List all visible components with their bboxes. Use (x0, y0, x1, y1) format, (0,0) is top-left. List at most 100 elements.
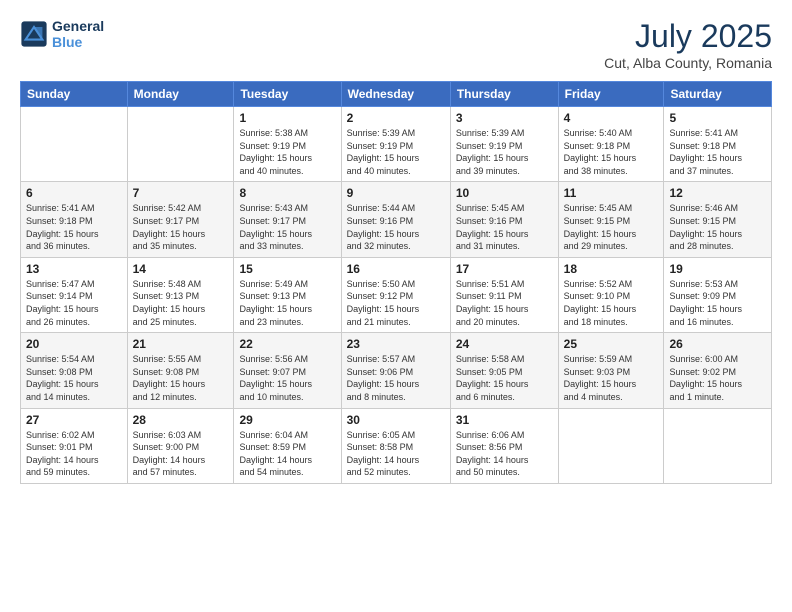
day-info: Sunrise: 5:50 AM Sunset: 9:12 PM Dayligh… (347, 278, 445, 328)
calendar-cell: 17 Sunrise: 5:51 AM Sunset: 9:11 PM Dayli… (450, 257, 558, 332)
day-info: Sunrise: 6:06 AM Sunset: 8:56 PM Dayligh… (456, 429, 553, 479)
day-info: Sunrise: 5:51 AM Sunset: 9:11 PM Dayligh… (456, 278, 553, 328)
weekday-header-wednesday: Wednesday (341, 82, 450, 107)
calendar-cell: 27 Sunrise: 6:02 AM Sunset: 9:01 PM Dayli… (21, 408, 128, 483)
calendar-cell (558, 408, 664, 483)
day-number: 15 (239, 262, 335, 276)
day-info: Sunrise: 5:41 AM Sunset: 9:18 PM Dayligh… (26, 202, 122, 252)
day-number: 4 (564, 111, 659, 125)
day-number: 27 (26, 413, 122, 427)
day-number: 20 (26, 337, 122, 351)
day-info: Sunrise: 5:49 AM Sunset: 9:13 PM Dayligh… (239, 278, 335, 328)
calendar-cell: 11 Sunrise: 5:45 AM Sunset: 9:15 PM Dayli… (558, 182, 664, 257)
day-info: Sunrise: 5:53 AM Sunset: 9:09 PM Dayligh… (669, 278, 766, 328)
calendar-cell: 12Sunrise: 5:46 AM Sunset: 9:15 PM Dayli… (664, 182, 772, 257)
day-info: Sunrise: 5:44 AM Sunset: 9:16 PM Dayligh… (347, 202, 445, 252)
calendar-cell: 4 Sunrise: 5:40 AM Sunset: 9:18 PM Daylig… (558, 107, 664, 182)
day-number: 30 (347, 413, 445, 427)
day-number: 21 (133, 337, 229, 351)
calendar-cell: 28 Sunrise: 6:03 AM Sunset: 9:00 PM Dayli… (127, 408, 234, 483)
weekday-header-row: SundayMondayTuesdayWednesdayThursdayFrid… (21, 82, 772, 107)
day-info: Sunrise: 5:48 AM Sunset: 9:13 PM Dayligh… (133, 278, 229, 328)
day-number: 10 (456, 186, 553, 200)
day-number: 28 (133, 413, 229, 427)
day-number: 5 (669, 111, 766, 125)
calendar-cell: 10 Sunrise: 5:45 AM Sunset: 9:16 PM Dayli… (450, 182, 558, 257)
day-info: Sunrise: 6:00 AM Sunset: 9:02 PM Dayligh… (669, 353, 766, 403)
day-number: 23 (347, 337, 445, 351)
day-number: 8 (239, 186, 335, 200)
day-info: Sunrise: 5:38 AM Sunset: 9:19 PM Dayligh… (239, 127, 335, 177)
day-number: 26 (669, 337, 766, 351)
calendar-cell: 1 Sunrise: 5:38 AM Sunset: 9:19 PM Daylig… (234, 107, 341, 182)
title-block: July 2025 Cut, Alba County, Romania (604, 18, 772, 71)
calendar-cell: 13Sunrise: 5:47 AM Sunset: 9:14 PM Dayli… (21, 257, 128, 332)
calendar-cell: 22Sunrise: 5:56 AM Sunset: 9:07 PM Dayli… (234, 333, 341, 408)
day-info: Sunrise: 5:46 AM Sunset: 9:15 PM Dayligh… (669, 202, 766, 252)
calendar-title: July 2025 (604, 18, 772, 55)
weekday-header-sunday: Sunday (21, 82, 128, 107)
calendar-cell: 20 Sunrise: 5:54 AM Sunset: 9:08 PM Dayli… (21, 333, 128, 408)
calendar-cell: 21 Sunrise: 5:55 AM Sunset: 9:08 PM Dayli… (127, 333, 234, 408)
logo-icon (20, 20, 48, 48)
day-info: Sunrise: 6:03 AM Sunset: 9:00 PM Dayligh… (133, 429, 229, 479)
calendar-cell: 6Sunrise: 5:41 AM Sunset: 9:18 PM Daylig… (21, 182, 128, 257)
day-number: 11 (564, 186, 659, 200)
calendar-cell: 25Sunrise: 5:59 AM Sunset: 9:03 PM Dayli… (558, 333, 664, 408)
calendar-cell: 16 Sunrise: 5:50 AM Sunset: 9:12 PM Dayli… (341, 257, 450, 332)
day-number: 24 (456, 337, 553, 351)
weekday-header-friday: Friday (558, 82, 664, 107)
calendar-cell: 5 Sunrise: 5:41 AM Sunset: 9:18 PM Daylig… (664, 107, 772, 182)
day-info: Sunrise: 6:02 AM Sunset: 9:01 PM Dayligh… (26, 429, 122, 479)
week-row-2: 6Sunrise: 5:41 AM Sunset: 9:18 PM Daylig… (21, 182, 772, 257)
day-number: 16 (347, 262, 445, 276)
week-row-4: 20 Sunrise: 5:54 AM Sunset: 9:08 PM Dayli… (21, 333, 772, 408)
day-number: 31 (456, 413, 553, 427)
day-info: Sunrise: 5:39 AM Sunset: 9:19 PM Dayligh… (456, 127, 553, 177)
day-number: 14 (133, 262, 229, 276)
page-header: General Blue July 2025 Cut, Alba County,… (20, 18, 772, 71)
day-number: 29 (239, 413, 335, 427)
weekday-header-monday: Monday (127, 82, 234, 107)
day-info: Sunrise: 5:39 AM Sunset: 9:19 PM Dayligh… (347, 127, 445, 177)
week-row-5: 27 Sunrise: 6:02 AM Sunset: 9:01 PM Dayli… (21, 408, 772, 483)
calendar-cell: 24 Sunrise: 5:58 AM Sunset: 9:05 PM Dayli… (450, 333, 558, 408)
day-info: Sunrise: 5:42 AM Sunset: 9:17 PM Dayligh… (133, 202, 229, 252)
calendar-cell: 2Sunrise: 5:39 AM Sunset: 9:19 PM Daylig… (341, 107, 450, 182)
day-info: Sunrise: 6:05 AM Sunset: 8:58 PM Dayligh… (347, 429, 445, 479)
calendar-cell: 18Sunrise: 5:52 AM Sunset: 9:10 PM Dayli… (558, 257, 664, 332)
weekday-header-tuesday: Tuesday (234, 82, 341, 107)
logo: General Blue (20, 18, 104, 50)
calendar-cell: 30 Sunrise: 6:05 AM Sunset: 8:58 PM Dayli… (341, 408, 450, 483)
day-info: Sunrise: 5:41 AM Sunset: 9:18 PM Dayligh… (669, 127, 766, 177)
day-number: 17 (456, 262, 553, 276)
calendar-cell: 26 Sunrise: 6:00 AM Sunset: 9:02 PM Dayli… (664, 333, 772, 408)
calendar-cell (664, 408, 772, 483)
calendar-cell: 14 Sunrise: 5:48 AM Sunset: 9:13 PM Dayli… (127, 257, 234, 332)
logo-line2: Blue (52, 34, 104, 50)
week-row-1: 1 Sunrise: 5:38 AM Sunset: 9:19 PM Daylig… (21, 107, 772, 182)
day-number: 1 (239, 111, 335, 125)
calendar-cell: 15 Sunrise: 5:49 AM Sunset: 9:13 PM Dayli… (234, 257, 341, 332)
day-number: 19 (669, 262, 766, 276)
calendar-cell: 23 Sunrise: 5:57 AM Sunset: 9:06 PM Dayli… (341, 333, 450, 408)
calendar-cell: 3 Sunrise: 5:39 AM Sunset: 9:19 PM Daylig… (450, 107, 558, 182)
day-info: Sunrise: 5:58 AM Sunset: 9:05 PM Dayligh… (456, 353, 553, 403)
day-info: Sunrise: 6:04 AM Sunset: 8:59 PM Dayligh… (239, 429, 335, 479)
day-number: 18 (564, 262, 659, 276)
calendar-cell: 8 Sunrise: 5:43 AM Sunset: 9:17 PM Daylig… (234, 182, 341, 257)
day-info: Sunrise: 5:54 AM Sunset: 9:08 PM Dayligh… (26, 353, 122, 403)
day-info: Sunrise: 5:57 AM Sunset: 9:06 PM Dayligh… (347, 353, 445, 403)
day-number: 13 (26, 262, 122, 276)
day-info: Sunrise: 5:43 AM Sunset: 9:17 PM Dayligh… (239, 202, 335, 252)
calendar-table: SundayMondayTuesdayWednesdayThursdayFrid… (20, 81, 772, 484)
day-info: Sunrise: 5:40 AM Sunset: 9:18 PM Dayligh… (564, 127, 659, 177)
calendar-cell: 7Sunrise: 5:42 AM Sunset: 9:17 PM Daylig… (127, 182, 234, 257)
day-info: Sunrise: 5:45 AM Sunset: 9:16 PM Dayligh… (456, 202, 553, 252)
day-number: 9 (347, 186, 445, 200)
day-info: Sunrise: 5:55 AM Sunset: 9:08 PM Dayligh… (133, 353, 229, 403)
day-info: Sunrise: 5:45 AM Sunset: 9:15 PM Dayligh… (564, 202, 659, 252)
day-number: 3 (456, 111, 553, 125)
calendar-cell: 31 Sunrise: 6:06 AM Sunset: 8:56 PM Dayli… (450, 408, 558, 483)
logo-line1: General (52, 18, 104, 34)
